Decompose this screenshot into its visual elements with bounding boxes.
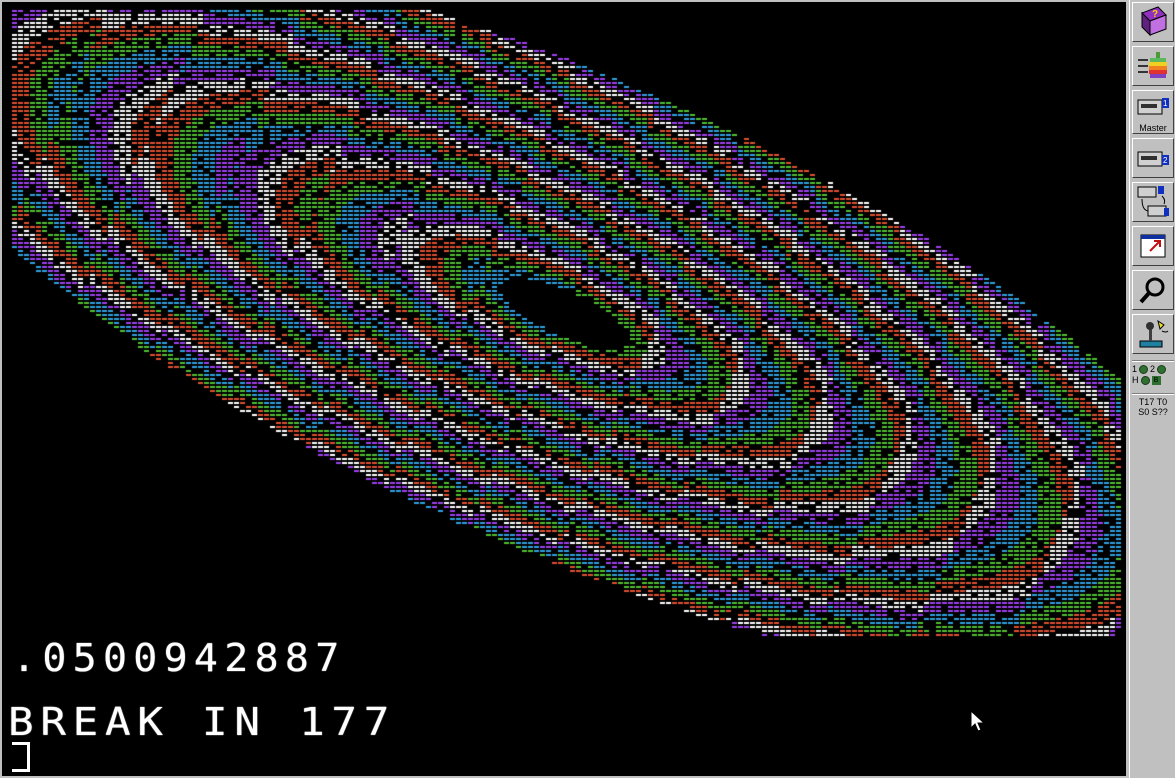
text-cursor (12, 742, 30, 772)
drive-1-label: Master (1139, 123, 1167, 133)
svg-text:1: 1 (1163, 99, 1168, 108)
track-status: T17 T0 (1138, 397, 1168, 407)
svg-text:2: 2 (1163, 156, 1168, 165)
apple-run-icon (1138, 52, 1167, 78)
sector-status: S0 S?? (1138, 407, 1168, 417)
help-button[interactable]: ? (1132, 2, 1174, 42)
emulator-toolbar: ? 1 Master 2 1 2 H B T17 T0 S0 S?? (1129, 0, 1175, 778)
swap-drives-button[interactable] (1132, 182, 1174, 222)
swap-drives-icon (1137, 186, 1169, 217)
settings-button[interactable] (1132, 314, 1174, 354)
drive-1-button[interactable]: 1 Master (1132, 90, 1174, 134)
mouse-pointer-icon (970, 710, 986, 732)
joystick-settings-icon (1139, 319, 1169, 348)
hdd-led-icon (1140, 375, 1150, 385)
toolbar-separator (1132, 393, 1174, 395)
drive-2-button[interactable]: 2 (1132, 138, 1174, 178)
debugger-button[interactable] (1132, 270, 1174, 310)
track-sector-status: T17 T0 S0 S?? (1132, 397, 1174, 421)
fullscreen-button[interactable] (1132, 226, 1174, 266)
disk1-led-icon (1139, 364, 1149, 374)
svg-text:?: ? (1152, 9, 1158, 20)
disk-drive-1-icon: 1 (1137, 98, 1169, 115)
disk2-led-label: 2 (1150, 364, 1156, 374)
toolbar-separator (1132, 360, 1174, 362)
break-message: BREAK IN 177 (8, 700, 397, 744)
emulator-frame: .0500942887 BREAK IN 177 (0, 0, 1128, 778)
hires-graphics (2, 2, 1126, 642)
hdd-led-label: H (1132, 375, 1139, 385)
apple2-screen[interactable]: .0500942887 BREAK IN 177 (2, 2, 1126, 776)
magnifier-icon (1139, 277, 1165, 304)
disk-drive-2-icon: 2 (1137, 151, 1169, 167)
disk1-led-label: 1 (1132, 364, 1138, 374)
fullscreen-icon (1140, 234, 1166, 258)
output-number: .0500942887 (12, 636, 346, 680)
disk2-led-icon (1157, 364, 1167, 374)
drive-led-panel: 1 2 H B (1132, 364, 1174, 394)
help-book-icon: ? (1141, 6, 1167, 37)
run-button[interactable] (1132, 46, 1174, 86)
hdd-b-indicator: B (1151, 375, 1161, 385)
